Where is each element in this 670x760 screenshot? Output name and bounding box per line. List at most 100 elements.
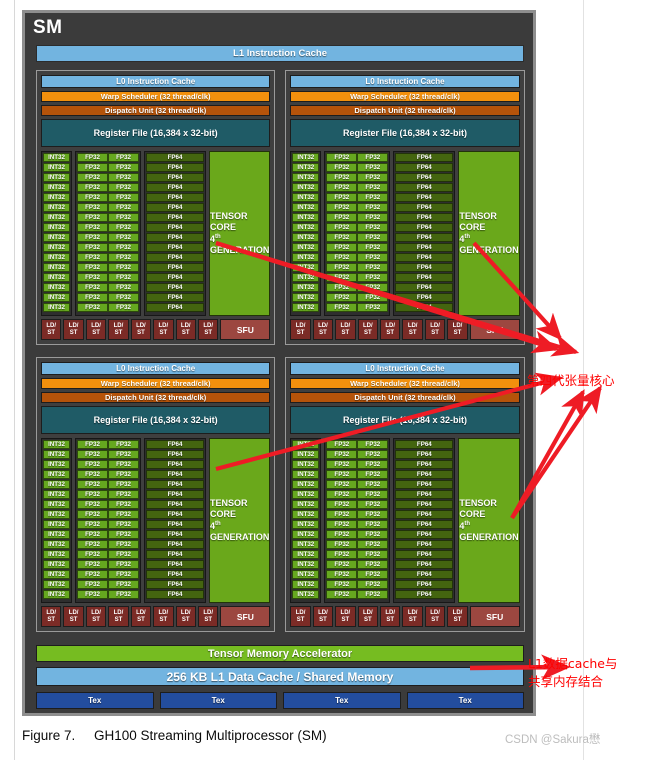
- int32-unit: INT32: [292, 490, 320, 499]
- fp32-unit: FP32: [108, 530, 139, 539]
- page-left-rule: [14, 0, 15, 760]
- fp32-unit: FP32: [77, 153, 108, 162]
- int32-unit: INT32: [43, 163, 70, 172]
- fp32-column-b: FP32 FP32 FP32 FP32 FP32 FP32 FP32 FP32 FP32 FP32…: [357, 440, 389, 601]
- int32-unit: INT32: [43, 510, 70, 519]
- fp32-unit: FP32: [77, 470, 108, 479]
- processing-block-row-bottom: L0 Instruction Cache Warp Scheduler (32 t…: [36, 357, 525, 632]
- int32-unit: INT32: [292, 233, 320, 242]
- fp32-column-b: FP32 FP32 FP32 FP32 FP32 FP32 FP32 FP32 FP32 FP32…: [357, 153, 389, 314]
- load-store-row: LD/ST LD/ST LD/ST LD/ST LD/ST LD/ST LD/ST LD/ST…: [41, 606, 271, 627]
- load-store-unit: LD/ST: [402, 606, 423, 627]
- int32-unit: INT32: [43, 450, 70, 459]
- tensor-core-generation: 4th GENERATION: [210, 233, 270, 255]
- fp64-unit: FP64: [395, 470, 454, 479]
- fp32-unit: FP32: [357, 243, 389, 252]
- fp32-unit: FP32: [77, 540, 108, 549]
- load-store-unit: LD/ST: [63, 319, 84, 340]
- fp64-unit: FP64: [395, 530, 454, 539]
- fp32-unit: FP32: [357, 293, 389, 302]
- fp32-unit: FP32: [326, 223, 358, 232]
- fp32-unit: FP32: [108, 273, 139, 282]
- l0-instruction-cache: L0 Instruction Cache: [41, 362, 271, 375]
- fp32-unit: FP32: [108, 293, 139, 302]
- fp32-unit: FP32: [77, 223, 108, 232]
- texture-unit: Tex: [406, 692, 524, 709]
- figure-caption-text: GH100 Streaming Multiprocessor (SM): [94, 728, 327, 743]
- fp32-unit: FP32: [108, 233, 139, 242]
- fp32-unit: FP32: [77, 520, 108, 529]
- int32-unit: INT32: [292, 203, 320, 212]
- processing-block-row-top: L0 Instruction Cache Warp Scheduler (32 t…: [36, 70, 525, 345]
- tensor-core-generation: 4th GENERATION: [459, 233, 519, 255]
- fp32-unit: FP32: [326, 500, 358, 509]
- register-file: Register File (16,384 x 32-bit): [290, 119, 520, 147]
- int32-unit: INT32: [43, 153, 70, 162]
- fp64-unit: FP64: [146, 500, 204, 509]
- fp32-column-a: FP32 FP32 FP32 FP32 FP32 FP32 FP32 FP32 FP32 FP32…: [326, 153, 358, 314]
- int32-unit: INT32: [292, 153, 320, 162]
- fp32-unit: FP32: [357, 203, 389, 212]
- int32-unit: INT32: [43, 243, 70, 252]
- fp32-unit: FP32: [108, 173, 139, 182]
- int32-unit: INT32: [292, 283, 320, 292]
- int32-unit: INT32: [43, 440, 70, 449]
- int32-unit: INT32: [43, 203, 70, 212]
- int32-unit: INT32: [43, 460, 70, 469]
- fp32-unit: FP32: [357, 183, 389, 192]
- fp64-unit: FP64: [395, 213, 454, 222]
- texture-unit: Tex: [283, 692, 401, 709]
- fp64-unit: FP64: [395, 203, 454, 212]
- fp32-unit: FP32: [326, 530, 358, 539]
- fp32-unit: FP32: [357, 283, 389, 292]
- processing-block-2: L0 Instruction Cache Warp Scheduler (32 t…: [285, 70, 525, 345]
- int32-unit: INT32: [292, 560, 320, 569]
- int32-unit: INT32: [292, 243, 320, 252]
- register-file: Register File (16,384 x 32-bit): [41, 119, 271, 147]
- fp64-unit: FP64: [146, 283, 204, 292]
- int32-unit: INT32: [43, 590, 70, 599]
- fp64-unit: FP64: [146, 253, 204, 262]
- fp32-unit: FP32: [357, 303, 389, 312]
- fp32-unit: FP32: [108, 590, 139, 599]
- int32-unit: INT32: [292, 293, 320, 302]
- fp64-unit: FP64: [395, 183, 454, 192]
- fp32-unit: FP32: [108, 303, 139, 312]
- fp32-column-a: FP32 FP32 FP32 FP32 FP32 FP32 FP32 FP32 FP32 FP32…: [326, 440, 358, 601]
- dispatch-unit: Dispatch Unit (32 thread/clk): [41, 105, 271, 116]
- fp64-unit: FP64: [395, 303, 454, 312]
- fp32-unit: FP32: [77, 500, 108, 509]
- fp32-column-b: FP32 FP32 FP32 FP32 FP32 FP32 FP32 FP32 FP32 FP32…: [108, 440, 139, 601]
- fp32-unit: FP32: [77, 293, 108, 302]
- texture-unit: Tex: [159, 692, 277, 709]
- int32-unit: INT32: [292, 570, 320, 579]
- int32-unit: INT32: [43, 223, 70, 232]
- fp64-unit: FP64: [395, 510, 454, 519]
- load-store-unit: LD/ST: [290, 606, 311, 627]
- fp32-unit: FP32: [326, 580, 358, 589]
- fp32-unit: FP32: [357, 153, 389, 162]
- l1-instruction-cache-block: L1 Instruction Cache: [36, 45, 524, 62]
- int32-unit: INT32: [43, 233, 70, 242]
- fp32-unit: FP32: [77, 243, 108, 252]
- fp32-unit: FP32: [326, 243, 358, 252]
- int32-unit: INT32: [43, 540, 70, 549]
- fp64-unit: FP64: [395, 490, 454, 499]
- fp32-unit: FP32: [108, 213, 139, 222]
- sm-diagram-frame: SM L1 Instruction Cache L0 Instruction C…: [22, 10, 536, 716]
- figure-caption: Figure 7. GH100 Streaming Multiprocessor …: [22, 728, 327, 743]
- fp64-unit: FP64: [146, 163, 204, 172]
- fp64-unit: FP64: [395, 283, 454, 292]
- fp32-unit: FP32: [357, 570, 389, 579]
- fp32-unit: FP32: [77, 233, 108, 242]
- fp64-unit: FP64: [395, 173, 454, 182]
- fp32-unit: FP32: [108, 550, 139, 559]
- load-store-unit: LD/ST: [380, 319, 401, 340]
- int32-unit: INT32: [292, 470, 320, 479]
- int32-column: INT32 INT32 INT32 INT32 INT32 INT32 INT32 INT32…: [41, 151, 72, 316]
- int32-unit: INT32: [43, 500, 70, 509]
- fp32-unit: FP32: [357, 580, 389, 589]
- load-store-unit: LD/ST: [197, 606, 219, 627]
- int32-unit: INT32: [292, 263, 320, 272]
- load-store-row: LD/ST LD/ST LD/ST LD/ST LD/ST LD/ST LD/ST LD/ST…: [290, 319, 520, 340]
